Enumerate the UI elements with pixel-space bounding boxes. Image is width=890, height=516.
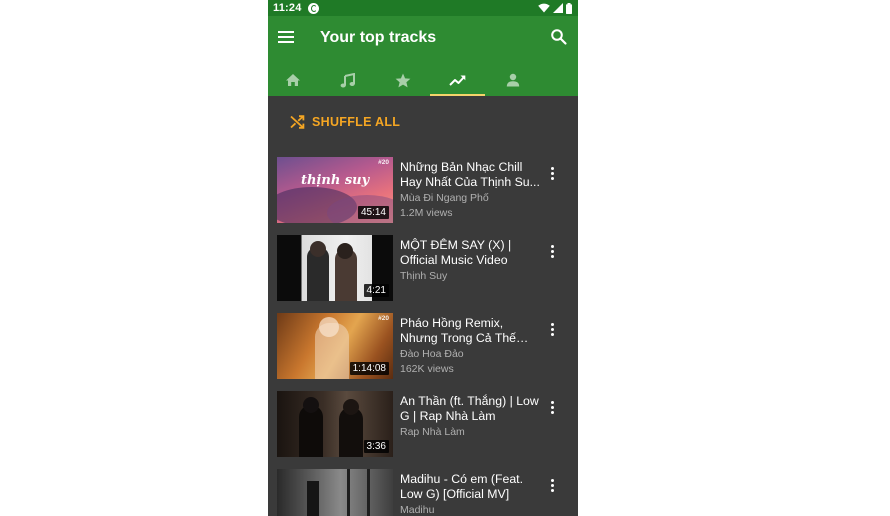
list-item[interactable]: #20 1:14:08 Pháo Hồng Remix, Nhưng Trong… xyxy=(277,313,572,379)
track-title[interactable]: Madihu - Có em (Feat. Low G) [Official M… xyxy=(400,472,540,502)
status-bar: 11:24 xyxy=(268,0,578,16)
video-thumbnail[interactable]: 4:21 xyxy=(277,235,393,301)
video-thumbnail[interactable]: #20 1:14:08 xyxy=(277,313,393,379)
thumbnail-title-art: thịnh suy xyxy=(301,173,370,188)
track-title[interactable]: An Thần (ft. Thắng) | Low G | Rap Nhà Là… xyxy=(400,394,540,424)
tab-songs[interactable] xyxy=(320,64,375,96)
status-time: 11:24 xyxy=(273,2,302,14)
track-title[interactable]: Những Bản Nhạc Chill Hay Nhất Của Thịnh … xyxy=(400,160,540,190)
app-notification-icon xyxy=(307,2,319,14)
video-duration: 3:36 xyxy=(363,440,389,453)
track-info: An Thần (ft. Thắng) | Low G | Rap Nhà Là… xyxy=(400,394,540,439)
list-item[interactable]: Madihu - Có em (Feat. Low G) [Official M… xyxy=(277,469,572,516)
status-icons xyxy=(538,2,572,14)
tab-bar xyxy=(268,64,578,96)
search-button[interactable] xyxy=(550,28,568,46)
more-options-button[interactable] xyxy=(547,321,557,339)
track-list-content: SHUFFLE ALL thịnh suy #20 45:14 Những Bả… xyxy=(268,96,578,516)
track-info: Pháo Hồng Remix, Nhưng Trong Cả Thế Gi..… xyxy=(400,316,540,376)
tab-top-tracks[interactable] xyxy=(430,64,485,96)
more-options-button[interactable] xyxy=(547,477,557,495)
track-info: Những Bản Nhạc Chill Hay Nhất Của Thịnh … xyxy=(400,160,540,220)
track-info: Madihu - Có em (Feat. Low G) [Official M… xyxy=(400,472,540,516)
video-duration: 4:21 xyxy=(363,284,389,297)
menu-button[interactable] xyxy=(278,29,294,47)
person-icon xyxy=(506,73,519,87)
track-channel: Madihu xyxy=(400,504,435,516)
video-duration: 45:14 xyxy=(357,206,389,219)
app-toolbar: Your top tracks xyxy=(268,16,578,96)
track-title[interactable]: MỘT ĐÊM SAY (X) | Official Music Video xyxy=(400,238,540,268)
video-thumbnail[interactable]: thịnh suy #20 45:14 xyxy=(277,157,393,223)
tab-home[interactable] xyxy=(268,64,320,96)
channel-badge: #20 xyxy=(378,315,389,322)
track-info: MỘT ĐÊM SAY (X) | Official Music Video T… xyxy=(400,238,540,283)
star-icon xyxy=(395,73,410,87)
track-views: 1.2M views xyxy=(400,207,453,219)
video-thumbnail[interactable]: 3:36 xyxy=(277,391,393,457)
list-item[interactable]: thịnh suy #20 45:14 Những Bản Nhạc Chill… xyxy=(277,157,572,223)
shuffle-all-label: SHUFFLE ALL xyxy=(312,115,401,129)
video-thumbnail[interactable] xyxy=(277,469,393,516)
list-item[interactable]: 4:21 MỘT ĐÊM SAY (X) | Official Music Vi… xyxy=(277,235,572,301)
tab-favorites[interactable] xyxy=(375,64,430,96)
track-title[interactable]: Pháo Hồng Remix, Nhưng Trong Cả Thế Gi..… xyxy=(400,316,540,346)
shuffle-icon xyxy=(290,115,305,129)
more-options-button[interactable] xyxy=(547,165,557,183)
phone-screen: 11:24 Your top tracks SHUFFLE ALL thịnh … xyxy=(268,0,578,516)
more-options-button[interactable] xyxy=(547,399,557,417)
track-channel: Mùa Đi Ngang Phố xyxy=(400,192,489,204)
home-icon xyxy=(285,74,300,86)
video-duration: 1:14:08 xyxy=(349,362,389,375)
more-options-button[interactable] xyxy=(547,243,557,261)
tab-profile[interactable] xyxy=(485,64,540,96)
music-note-icon xyxy=(340,72,355,87)
page-title: Your top tracks xyxy=(320,29,437,46)
track-views: 162K views xyxy=(400,363,454,375)
channel-badge: #20 xyxy=(378,159,389,166)
track-channel: Thịnh Suy xyxy=(400,270,448,282)
trending-icon xyxy=(449,75,466,86)
search-icon xyxy=(551,29,567,45)
battery-icon xyxy=(566,2,572,14)
list-item[interactable]: 3:36 An Thần (ft. Thắng) | Low G | Rap N… xyxy=(277,391,572,457)
track-channel: Đào Hoa Đảo xyxy=(400,348,464,360)
wifi-icon xyxy=(538,3,550,13)
track-channel: Rap Nhà Làm xyxy=(400,426,465,438)
shuffle-all-button[interactable]: SHUFFLE ALL xyxy=(290,115,400,129)
cell-signal-icon xyxy=(553,3,563,13)
